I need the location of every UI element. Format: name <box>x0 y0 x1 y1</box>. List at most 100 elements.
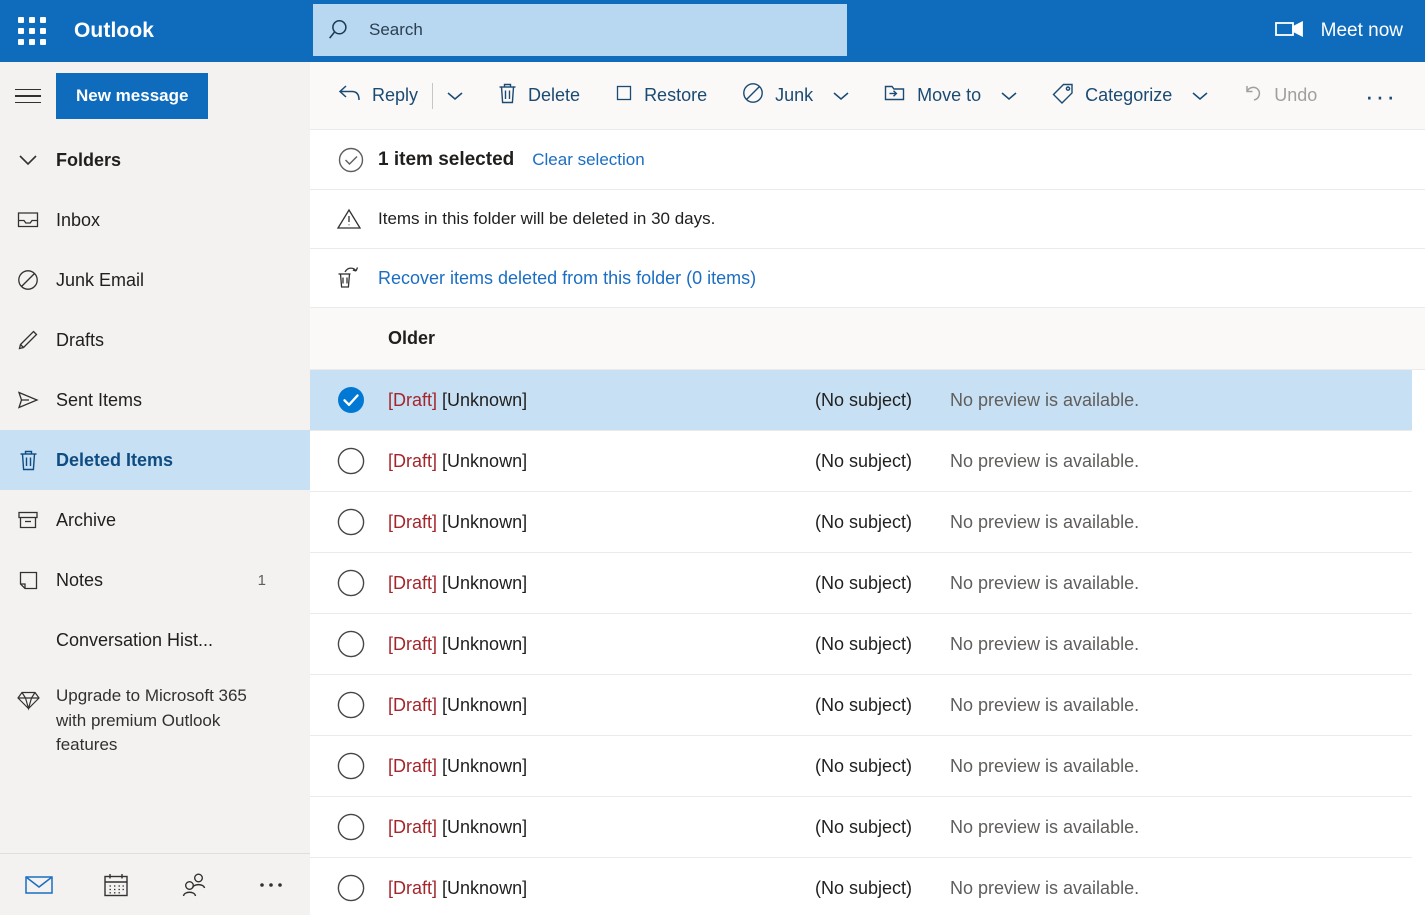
calendar-icon[interactable] <box>78 872 156 898</box>
app-launcher-icon[interactable] <box>8 16 56 46</box>
sidebar-item-conversation-history[interactable]: Conversation Hist... <box>0 610 310 670</box>
move-to-label: Move to <box>917 85 982 105</box>
sidebar-item-inbox[interactable]: Inbox <box>0 190 310 250</box>
delete-button[interactable]: Delete <box>487 74 590 118</box>
upgrade-promo[interactable]: Upgrade to Microsoft 365 with premium Ou… <box>0 670 310 776</box>
hamburger-menu-icon[interactable] <box>0 62 56 130</box>
people-icon[interactable] <box>155 872 233 898</box>
draft-tag: [Draft] <box>388 572 438 593</box>
message-row[interactable]: [Draft] [Unknown] (No subject) No preview … <box>310 858 1412 915</box>
more-commands-icon[interactable]: ··· <box>1353 76 1409 116</box>
block-icon <box>0 268 56 292</box>
message-sender: [Draft] [Unknown] <box>388 756 527 777</box>
reply-chevron-down-icon[interactable] <box>437 90 473 102</box>
message-subject: (No subject) <box>815 755 913 776</box>
message-preview: No preview is available. <box>950 633 1140 654</box>
pencil-icon <box>0 328 56 352</box>
delete-label: Delete <box>528 85 581 105</box>
message-row[interactable]: [Draft] [Unknown] (No subject) No preview … <box>310 736 1412 797</box>
message-row[interactable]: [Draft] [Unknown] (No subject) No preview … <box>310 492 1412 553</box>
sidebar-item-drafts[interactable]: Drafts <box>0 310 310 370</box>
sidebar-item-label: Drafts <box>56 329 105 350</box>
sidebar-item-junk-email[interactable]: Junk Email <box>0 250 310 310</box>
checkbox-unchecked-icon[interactable] <box>336 507 388 537</box>
categorize-label: Categorize <box>1085 85 1173 105</box>
sidebar-item-archive[interactable]: Archive <box>0 490 310 550</box>
sender-name: [Unknown] <box>442 450 528 471</box>
message-sender: [Draft] [Unknown] <box>388 451 527 472</box>
selection-count-label: 1 item selected <box>378 148 515 170</box>
draft-tag: [Draft] <box>388 694 438 715</box>
move-folder-icon <box>883 82 907 109</box>
message-sender: [Draft] [Unknown] <box>388 634 527 655</box>
search-box[interactable] <box>313 4 847 56</box>
sidebar-item-label: Sent Items <box>56 389 143 410</box>
move-to-button[interactable]: Move to <box>873 74 991 118</box>
recover-items-row[interactable]: Recover items deleted from this folder (… <box>310 249 1425 308</box>
search-icon <box>313 17 369 43</box>
message-row[interactable]: [Draft] [Unknown] (No subject) No preview … <box>310 797 1412 858</box>
checkbox-unchecked-icon[interactable] <box>336 751 388 781</box>
move-to-chevron-down-icon[interactable] <box>991 90 1027 102</box>
mail-icon[interactable] <box>0 874 78 896</box>
junk-chevron-down-icon[interactable] <box>823 90 859 102</box>
sender-name: [Unknown] <box>442 511 528 532</box>
undo-icon <box>1242 82 1264 109</box>
new-message-button[interactable]: New message <box>56 73 209 119</box>
checkbox-unchecked-icon[interactable] <box>336 568 388 598</box>
draft-tag: [Draft] <box>388 389 438 410</box>
toolbar-divider <box>432 82 434 109</box>
recover-trash-icon <box>336 265 378 291</box>
sender-name: [Unknown] <box>442 389 528 410</box>
message-preview: No preview is available. <box>950 755 1140 776</box>
checkbox-unchecked-icon[interactable] <box>336 690 388 720</box>
more-icon[interactable] <box>233 881 311 889</box>
checkbox-unchecked-icon[interactable] <box>336 446 388 476</box>
message-row[interactable]: [Draft] [Unknown] (No subject) No preview … <box>310 614 1412 675</box>
message-row[interactable]: [Draft] [Unknown] (No subject) No preview … <box>310 553 1412 614</box>
retention-notice-text: Items in this folder will be deleted in … <box>378 209 716 228</box>
meet-now-button[interactable]: Meet now <box>1274 0 1403 62</box>
categorize-button[interactable]: Categorize <box>1041 74 1182 118</box>
folders-header[interactable]: Folders <box>0 130 310 190</box>
message-sender: [Draft] [Unknown] <box>388 512 527 533</box>
undo-label: Undo <box>1274 85 1318 105</box>
sender-name: [Unknown] <box>442 572 528 593</box>
check-circle-icon[interactable] <box>336 145 378 175</box>
send-icon <box>0 389 56 411</box>
categorize-chevron-down-icon[interactable] <box>1182 90 1218 102</box>
message-preview: No preview is available. <box>950 816 1140 837</box>
sidebar-item-deleted-items[interactable]: Deleted Items <box>0 430 310 490</box>
reply-button[interactable]: Reply <box>328 74 428 118</box>
message-row[interactable]: [Draft] [Unknown] (No subject) No preview … <box>310 431 1412 492</box>
video-camera-icon <box>1274 19 1305 44</box>
meet-now-label: Meet now <box>1320 20 1403 41</box>
message-row[interactable]: [Draft] [Unknown] (No subject) No preview … <box>310 675 1412 736</box>
folders-header-label: Folders <box>56 149 122 170</box>
note-icon <box>0 569 56 592</box>
sidebar: Folders Inbox Junk Email Drafts Sent Ite… <box>0 130 310 915</box>
restore-button[interactable]: Restore <box>604 74 717 118</box>
checkbox-unchecked-icon[interactable] <box>336 629 388 659</box>
search-input[interactable] <box>369 20 847 40</box>
junk-button[interactable]: Junk <box>731 74 823 118</box>
message-subject: (No subject) <box>815 572 913 593</box>
checkbox-checked-icon[interactable] <box>336 385 388 415</box>
checkbox-unchecked-icon[interactable] <box>336 873 388 903</box>
message-subject: (No subject) <box>815 511 913 532</box>
sidebar-item-sent-items[interactable]: Sent Items <box>0 370 310 430</box>
undo-button[interactable]: Undo <box>1232 74 1327 118</box>
message-preview: No preview is available. <box>950 572 1140 593</box>
upgrade-promo-text: Upgrade to Microsoft 365 with premium Ou… <box>56 686 247 755</box>
clear-selection-link[interactable]: Clear selection <box>532 150 644 170</box>
command-bar-right: Reply Delete Restore Junk Move to Catego… <box>310 62 1425 130</box>
draft-tag: [Draft] <box>388 511 438 532</box>
message-row[interactable]: [Draft] [Unknown] (No subject) No preview … <box>310 370 1412 431</box>
sidebar-item-label: Notes <box>56 569 104 590</box>
chevron-down-icon <box>0 153 56 167</box>
sidebar-item-notes[interactable]: Notes 1 <box>0 550 310 610</box>
message-preview: No preview is available. <box>950 511 1140 532</box>
checkbox-unchecked-icon[interactable] <box>336 812 388 842</box>
sender-name: [Unknown] <box>442 694 528 715</box>
sender-name: [Unknown] <box>442 755 528 776</box>
